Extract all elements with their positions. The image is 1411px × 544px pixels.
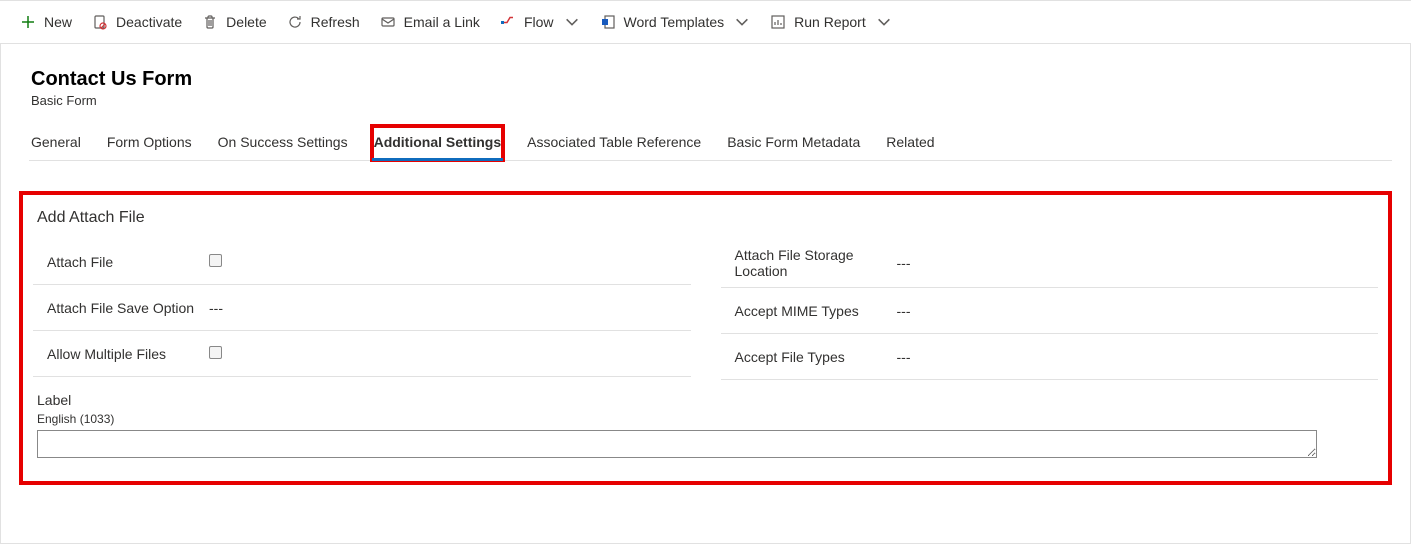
command-bar: New Deactivate Delete Refresh Email a Li… <box>0 0 1411 44</box>
delete-label: Delete <box>226 14 266 30</box>
allow-multiple-checkbox[interactable] <box>209 346 222 359</box>
field-attach-file[interactable]: Attach File <box>33 239 691 285</box>
delete-button[interactable]: Delete <box>202 14 266 30</box>
word-templates-button[interactable]: Word Templates <box>600 14 751 30</box>
right-column: Attach File Storage Location --- Accept … <box>721 239 1379 380</box>
report-icon <box>770 14 786 30</box>
tab-associated-table-ref[interactable]: Associated Table Reference <box>525 126 703 160</box>
word-templates-label: Word Templates <box>624 14 725 30</box>
field-file-types[interactable]: Accept File Types --- <box>721 334 1379 380</box>
flow-label: Flow <box>524 14 554 30</box>
label-field-block: Label English (1033) <box>33 392 1378 461</box>
deactivate-icon <box>92 14 108 30</box>
save-option-label: Attach File Save Option <box>33 300 203 316</box>
tab-general[interactable]: General <box>29 126 83 160</box>
refresh-icon <box>287 14 303 30</box>
email-link-label: Email a Link <box>404 14 480 30</box>
left-column: Attach File Attach File Save Option --- … <box>33 239 691 380</box>
new-label: New <box>44 14 72 30</box>
tab-basic-form-metadata[interactable]: Basic Form Metadata <box>725 126 862 160</box>
tab-form-options[interactable]: Form Options <box>105 126 194 160</box>
highlighted-section: Add Attach File Attach File Attach File … <box>19 191 1392 485</box>
flow-button[interactable]: Flow <box>500 14 580 30</box>
label-title: Label <box>37 392 1378 408</box>
page-subtitle: Basic Form <box>31 93 1392 108</box>
refresh-button[interactable]: Refresh <box>287 14 360 30</box>
mime-value: --- <box>891 303 1379 319</box>
save-option-value: --- <box>203 300 691 316</box>
mime-label: Accept MIME Types <box>721 303 891 319</box>
chevron-down-icon <box>876 14 892 30</box>
flow-icon <box>500 14 516 30</box>
attach-file-checkbox[interactable] <box>209 254 222 267</box>
email-link-button[interactable]: Email a Link <box>380 14 480 30</box>
tab-additional-settings[interactable]: Additional Settings <box>372 126 504 160</box>
form-content: Contact Us Form Basic Form General Form … <box>0 44 1411 544</box>
field-save-option[interactable]: Attach File Save Option --- <box>33 285 691 331</box>
deactivate-label: Deactivate <box>116 14 182 30</box>
tab-related[interactable]: Related <box>884 126 936 160</box>
section-title: Add Attach File <box>37 209 1378 227</box>
email-icon <box>380 14 396 30</box>
word-icon <box>600 14 616 30</box>
label-textarea[interactable] <box>37 430 1317 458</box>
tab-list: General Form Options On Success Settings… <box>29 126 1392 161</box>
attach-file-label: Attach File <box>33 254 203 270</box>
allow-multiple-label: Allow Multiple Files <box>33 346 203 362</box>
plus-icon <box>20 14 36 30</box>
chevron-down-icon <box>564 14 580 30</box>
storage-value: --- <box>891 255 1379 271</box>
file-types-label: Accept File Types <box>721 349 891 365</box>
run-report-button[interactable]: Run Report <box>770 14 892 30</box>
field-storage-location[interactable]: Attach File Storage Location --- <box>721 239 1379 288</box>
field-allow-multiple[interactable]: Allow Multiple Files <box>33 331 691 377</box>
refresh-label: Refresh <box>311 14 360 30</box>
deactivate-button[interactable]: Deactivate <box>92 14 182 30</box>
new-button[interactable]: New <box>20 14 72 30</box>
chevron-down-icon <box>734 14 750 30</box>
tab-on-success[interactable]: On Success Settings <box>216 126 350 160</box>
storage-label: Attach File Storage Location <box>721 247 891 279</box>
page-title: Contact Us Form <box>31 68 1392 91</box>
trash-icon <box>202 14 218 30</box>
label-language: English (1033) <box>37 412 1378 426</box>
field-mime-types[interactable]: Accept MIME Types --- <box>721 288 1379 334</box>
file-types-value: --- <box>891 349 1379 365</box>
run-report-label: Run Report <box>794 14 866 30</box>
